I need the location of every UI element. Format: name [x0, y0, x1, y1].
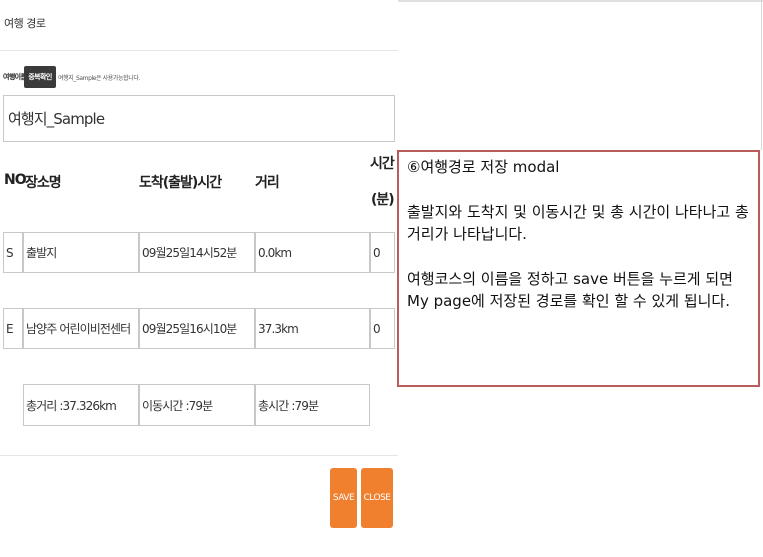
header-time: 도착(출발)시간 — [139, 175, 222, 191]
header-duration-unit: (분) — [371, 192, 395, 208]
footer-divider — [0, 455, 398, 456]
row-no-field[interactable]: S — [3, 232, 23, 273]
row-distance-field[interactable]: 37.3km — [255, 308, 370, 349]
background-right-border — [761, 0, 762, 150]
total-distance-field: 총거리 :37.326km — [23, 384, 139, 426]
header-divider — [0, 50, 398, 51]
row-distance-field[interactable]: 0.0km — [255, 232, 370, 273]
annotation-paragraph-2: 여행코스의 이름을 정하고 save 버튼을 누르게 되면 My page에 저… — [407, 269, 733, 311]
header-no: NO — [4, 172, 27, 188]
close-button[interactable]: CLOSE — [361, 468, 393, 528]
annotation-paragraph-1: 출발지와 도착지 및 이동시간 및 총 시간이 나타나고 총 거리가 나타납니다… — [407, 202, 749, 244]
row-place-field[interactable]: 남양주 어린이비전센터 — [23, 308, 139, 349]
annotation-title: ⑥여행경로 저장 modal — [407, 158, 560, 176]
modal-title: 여행 경로 — [4, 17, 46, 30]
row-no-field[interactable]: E — [3, 308, 23, 349]
row-place-field[interactable]: 출발지 — [23, 232, 139, 273]
annotation-box: ⑥여행경로 저장 modal 출발지와 도착지 및 이동시간 및 총 시간이 나… — [397, 150, 760, 387]
route-name-label: 여행이름 — [3, 73, 27, 81]
duplicate-check-button[interactable]: 중복확인 — [24, 66, 56, 88]
row-time-field[interactable]: 09월25일14시52분 — [139, 232, 255, 273]
row-duration-field[interactable]: 0 — [370, 232, 395, 273]
total-time-field: 총시간 :79분 — [255, 384, 370, 426]
save-button[interactable]: SAVE — [330, 468, 357, 528]
route-save-modal: 여행 경로 여행이름 중복확인 여행지_Sample은 사용가능합니다. 여행지… — [0, 0, 398, 557]
background-top-border — [398, 0, 763, 2]
row-duration-field[interactable]: 0 — [370, 308, 395, 349]
row-time-field[interactable]: 09월25일16시10분 — [139, 308, 255, 349]
availability-hint: 여행지_Sample은 사용가능합니다. — [58, 75, 141, 82]
travel-time-field: 이동시간 :79분 — [139, 384, 255, 426]
header-distance: 거리 — [255, 175, 280, 191]
header-duration: 시간 — [370, 156, 395, 172]
route-name-input[interactable]: 여행지_Sample — [3, 95, 395, 142]
header-place: 장소명 — [25, 175, 62, 191]
